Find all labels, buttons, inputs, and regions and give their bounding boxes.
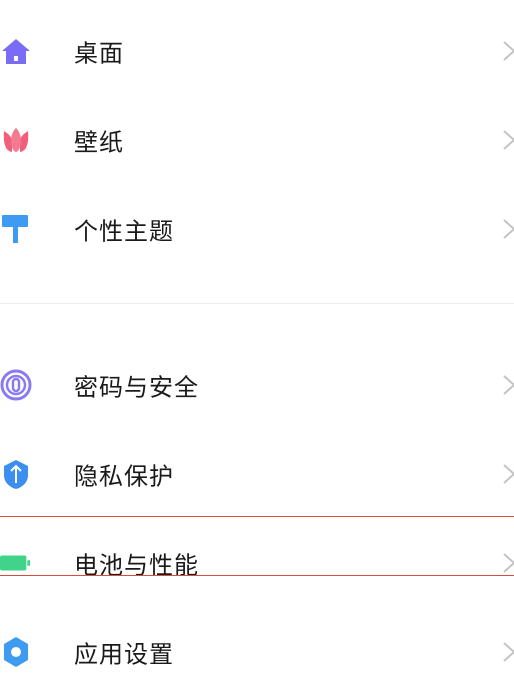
settings-item-themes[interactable]: 个性主题 <box>0 184 514 273</box>
settings-item-label: 桌面 <box>74 39 124 67</box>
section-divider <box>0 303 514 304</box>
chevron-right-icon <box>503 40 514 61</box>
chevron-right-icon <box>503 552 514 573</box>
settings-item-label: 密码与安全 <box>74 373 199 401</box>
chevron-right-icon <box>503 641 514 662</box>
home-icon <box>0 35 32 67</box>
chevron-right-icon <box>503 218 514 239</box>
settings-item-wallpaper[interactable]: 壁纸 <box>0 95 514 184</box>
chevron-right-icon <box>503 129 514 150</box>
battery-icon <box>0 547 32 579</box>
settings-item-battery-performance[interactable]: 电池与性能 <box>0 518 514 607</box>
chevron-right-icon <box>503 463 514 484</box>
chevron-right-icon <box>503 374 514 395</box>
settings-item-app-settings[interactable]: 应用设置 <box>0 607 514 696</box>
settings-item-desktop[interactable]: 桌面 <box>0 6 514 95</box>
settings-item-label: 壁纸 <box>74 128 124 156</box>
tulip-icon <box>0 124 32 156</box>
settings-item-privacy[interactable]: 隐私保护 <box>0 429 514 518</box>
paint-roller-icon <box>0 213 32 245</box>
shield-icon <box>0 458 32 490</box>
fingerprint-icon <box>0 369 32 401</box>
settings-item-label: 个性主题 <box>74 217 174 245</box>
settings-item-label: 隐私保护 <box>74 462 174 490</box>
settings-item-label: 应用设置 <box>74 640 174 668</box>
settings-item-label: 电池与性能 <box>74 551 199 579</box>
settings-item-password-security[interactable]: 密码与安全 <box>0 340 514 429</box>
gear-icon <box>0 636 32 668</box>
